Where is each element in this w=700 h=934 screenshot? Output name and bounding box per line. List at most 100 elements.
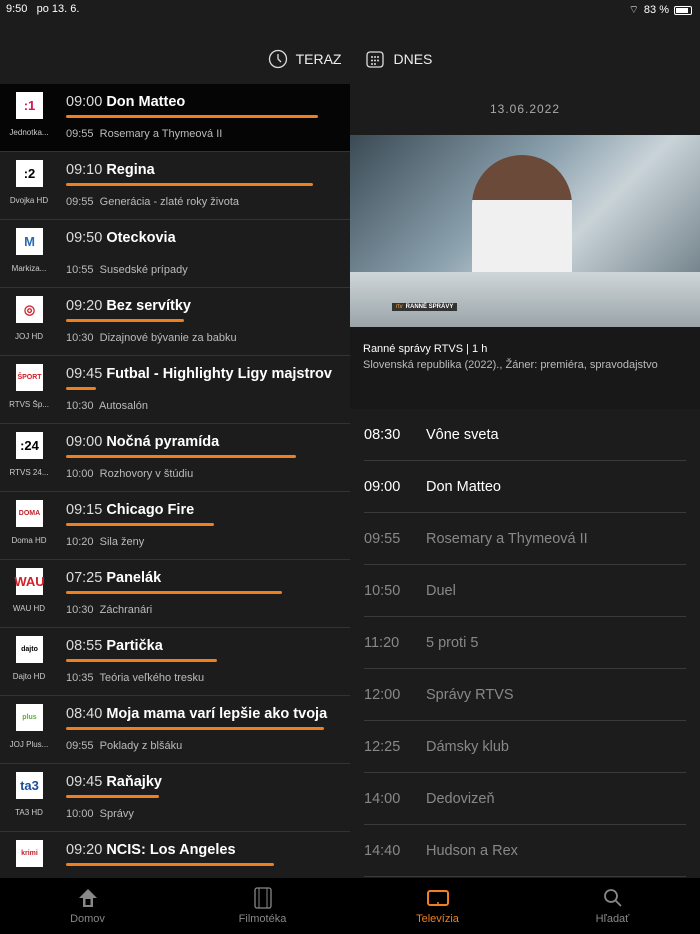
- progress-bar: [66, 659, 217, 662]
- now-button[interactable]: TERAZ: [268, 49, 342, 69]
- channel-logo: ta3: [16, 772, 43, 799]
- channel-logo: :2: [16, 160, 43, 187]
- channel-logo: :24: [16, 432, 43, 459]
- video-player[interactable]: rtv RANNÉ SPRÁVY: [350, 135, 700, 327]
- current-program: 09:10 Regina: [66, 162, 155, 178]
- schedule-title: Správy RTVS: [426, 686, 514, 703]
- home-icon: [78, 889, 97, 907]
- channel-row[interactable]: WAU WAU HD 07:25 Panelák 10:30 Záchranár…: [0, 560, 350, 628]
- channel-row[interactable]: dajto Dajto HD 08:55 Partička 10:35 Teór…: [0, 628, 350, 696]
- channel-logo: ŠPORT: [16, 364, 43, 391]
- progress-bar: [66, 863, 275, 866]
- schedule-item[interactable]: 09:00 Don Matteo: [364, 461, 686, 513]
- channel-name: RTVS 24...: [9, 468, 49, 477]
- schedule-item[interactable]: 12:25 Dámsky klub: [364, 721, 686, 773]
- channel-row[interactable]: krimi 09:20 NCIS: Los Angeles: [0, 832, 350, 878]
- progress-bar: [66, 319, 184, 322]
- channel-name: Jednotka...: [9, 128, 49, 137]
- progress-bar: [66, 455, 297, 458]
- channel-name: JOJ HD: [15, 332, 43, 341]
- video-caption: rtv RANNÉ SPRÁVY: [392, 303, 458, 311]
- schedule-item[interactable]: 11:20 5 proti 5: [364, 617, 686, 669]
- channel-row[interactable]: DOMA Doma HD 09:15 Chicago Fire 10:20 Si…: [0, 492, 350, 560]
- channel-row[interactable]: :2 Dvojka HD 09:10 Regina 09:55 Generáci…: [0, 152, 350, 220]
- current-program: 07:25 Panelák: [66, 570, 162, 586]
- tab-search[interactable]: Hľadať: [525, 878, 700, 934]
- current-program: 09:00 Don Matteo: [66, 94, 186, 110]
- progress-bar: [66, 727, 324, 730]
- next-program: 10:55 Susedské prípady: [66, 264, 188, 276]
- current-program: 09:45 Raňajky: [66, 774, 162, 790]
- next-program: 10:30 Autosalón: [66, 400, 148, 412]
- channel-row[interactable]: ŠPORT RTVS Šp... 09:45 Futbal - Highligh…: [0, 356, 350, 424]
- now-label: TERAZ: [295, 51, 342, 67]
- status-bar: 9:50 po 13. 6. ⌔ 83 %: [0, 0, 700, 20]
- tab-film[interactable]: Filmotéka: [175, 878, 350, 934]
- channel-name: Dajto HD: [12, 672, 46, 681]
- schedule-item[interactable]: 12:00 Správy RTVS: [364, 669, 686, 721]
- progress-bar: [66, 591, 283, 594]
- status-time: 9:50 po 13. 6.: [6, 3, 80, 15]
- tab-home[interactable]: Domov: [0, 878, 175, 934]
- current-program: 09:00 Nočná pyramída: [66, 434, 220, 450]
- channel-row[interactable]: :24 RTVS 24... 09:00 Nočná pyramída 10:0…: [0, 424, 350, 492]
- schedule-title: Vône sveta: [426, 426, 499, 443]
- channel-logo: :1: [16, 92, 43, 119]
- schedule-time: 11:20: [364, 634, 400, 651]
- current-program: 09:20 Bez servítky: [66, 298, 191, 314]
- current-program: 09:15 Chicago Fire: [66, 502, 195, 518]
- channel-logo: dajto: [16, 636, 43, 663]
- tab-label: Televízia: [416, 913, 459, 925]
- search-icon: [603, 889, 622, 907]
- schedule-title: Rosemary a Thymeová II: [426, 530, 588, 547]
- schedule-time: 12:00: [364, 686, 401, 703]
- next-program: 09:55 Poklady z blšáku: [66, 740, 183, 752]
- desk: [350, 272, 700, 327]
- channel-row[interactable]: ◎ JOJ HD 09:20 Bez servítky 10:30 Dizajn…: [0, 288, 350, 356]
- next-program: 10:30 Dizajnové bývanie za babku: [66, 332, 237, 344]
- schedule-item[interactable]: 14:00 Dedovizeň: [364, 773, 686, 825]
- channel-logo: plus: [16, 704, 43, 731]
- current-program: 09:45 Futbal - Highlighty Ligy majstrov: [66, 366, 332, 382]
- tab-bar: Domov Filmotéka Televízia Hľadať: [0, 878, 700, 934]
- progress-bar: [66, 387, 97, 390]
- channel-list[interactable]: :1 Jednotka... 09:00 Don Matteo 09:55 Ro…: [0, 84, 350, 878]
- progress-bar: [66, 183, 313, 186]
- next-program: 10:20 Sila ženy: [66, 536, 145, 548]
- schedule-time: 14:40: [364, 842, 401, 859]
- schedule-time: 10:50: [364, 582, 401, 599]
- schedule-time: 08:30: [364, 426, 401, 443]
- schedule-title: Hudson a Rex: [426, 842, 518, 859]
- schedule-item[interactable]: 10:50 Duel: [364, 565, 686, 617]
- channel-logo: WAU: [14, 568, 45, 595]
- current-program: 09:20 NCIS: Los Angeles: [66, 842, 236, 858]
- tv-icon: [426, 890, 449, 906]
- detail-date: 13.06.2022: [489, 102, 561, 116]
- channel-name: RTVS Šp...: [9, 400, 49, 409]
- battery-text: 83 %: [643, 4, 669, 16]
- wifi-icon: ⌔: [628, 4, 639, 16]
- schedule-time: 09:55: [364, 530, 401, 547]
- channel-name: Dvojka HD: [9, 196, 49, 205]
- current-program: 08:55 Partička: [66, 638, 163, 654]
- channel-row[interactable]: M Markiza... 09:50 Oteckovia 10:55 Sused…: [0, 220, 350, 288]
- channel-name: WAU HD: [12, 604, 46, 613]
- next-program: 10:00 Správy: [66, 808, 134, 820]
- program-desc: Slovenská republika (2022)., Žáner: prem…: [363, 359, 658, 371]
- schedule-title: Dedovizeň: [426, 790, 495, 807]
- channel-row[interactable]: plus JOJ Plus... 08:40 Moja mama varí le…: [0, 696, 350, 764]
- channel-logo: krimi: [16, 840, 43, 867]
- schedule-item[interactable]: 09:55 Rosemary a Thymeová II: [364, 513, 686, 565]
- tab-label: Filmotéka: [238, 913, 287, 925]
- channel-row[interactable]: :1 Jednotka... 09:00 Don Matteo 09:55 Ro…: [0, 84, 350, 152]
- channel-logo: DOMA: [16, 500, 43, 527]
- schedule-list: 08:30 Vône sveta 09:00 Don Matteo 09:55 Rosem…: [350, 409, 700, 877]
- schedule-item[interactable]: 14:40 Hudson a Rex: [364, 825, 686, 877]
- battery-icon: [674, 5, 692, 15]
- tab-tv[interactable]: Televízia: [350, 878, 525, 934]
- progress-bar: [66, 523, 214, 526]
- film-icon: [253, 887, 272, 909]
- schedule-item[interactable]: 08:30 Vône sveta: [364, 409, 686, 461]
- today-button[interactable]: DNES: [365, 49, 432, 69]
- channel-row[interactable]: ta3 TA3 HD 09:45 Raňajky 10:00 Správy: [0, 764, 350, 832]
